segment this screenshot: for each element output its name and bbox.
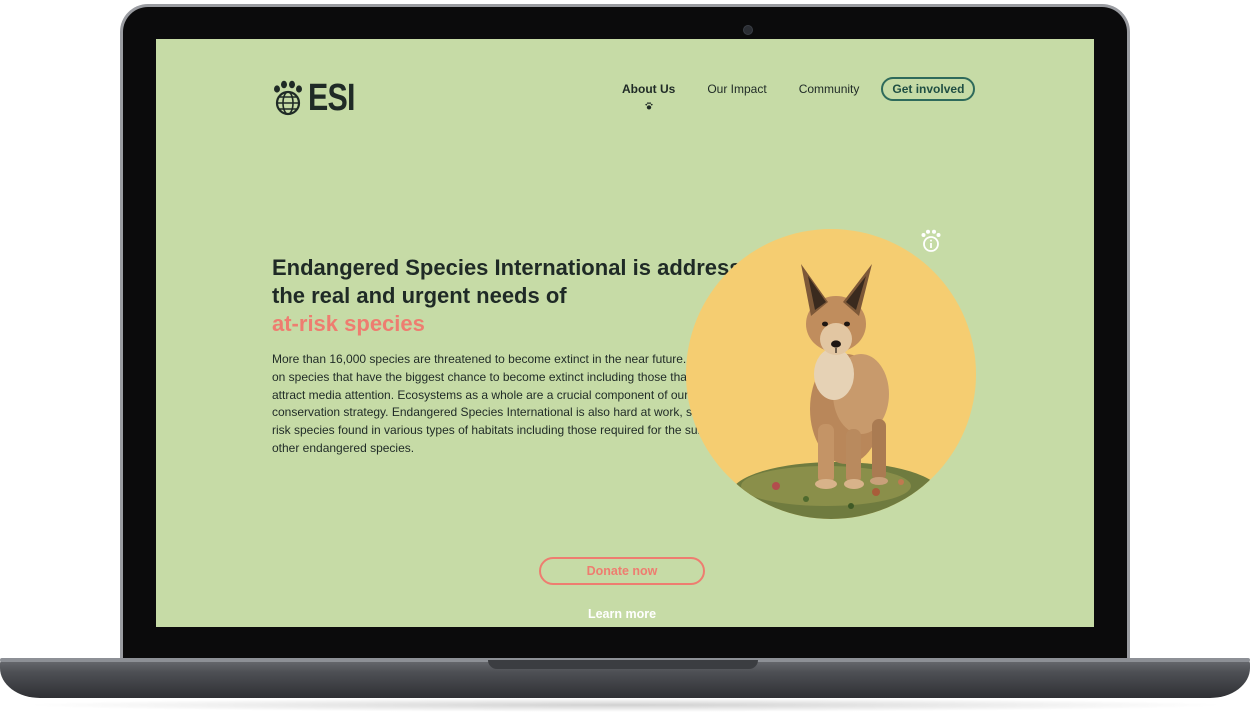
get-involved-button[interactable]: Get involved — [881, 77, 976, 101]
nav-about-us-label: About Us — [622, 82, 676, 96]
paw-info-icon[interactable] — [920, 229, 942, 253]
laptop-notch — [488, 660, 758, 669]
paw-icon — [645, 102, 653, 110]
main-nav: About Us Our Impact Community Get involv… — [622, 76, 976, 110]
nav-about-us[interactable]: About Us — [622, 82, 676, 110]
laptop-shadow — [20, 698, 1230, 712]
logo[interactable]: ESI — [272, 79, 366, 117]
nav-community[interactable]: Community — [799, 82, 860, 96]
logo-text: ESI — [308, 77, 355, 119]
donate-button[interactable]: Donate now — [539, 557, 705, 585]
webcam — [743, 25, 753, 35]
learn-more-link[interactable]: Learn more — [539, 607, 705, 621]
nav-our-impact[interactable]: Our Impact — [707, 82, 766, 96]
website-screen: ESI About Us Our Impact Community Get in… — [156, 39, 1094, 627]
laptop-mockup: ESI About Us Our Impact Community Get in… — [0, 0, 1258, 724]
paw-globe-icon — [274, 80, 302, 116]
wolf-pup-illustration — [686, 229, 976, 519]
